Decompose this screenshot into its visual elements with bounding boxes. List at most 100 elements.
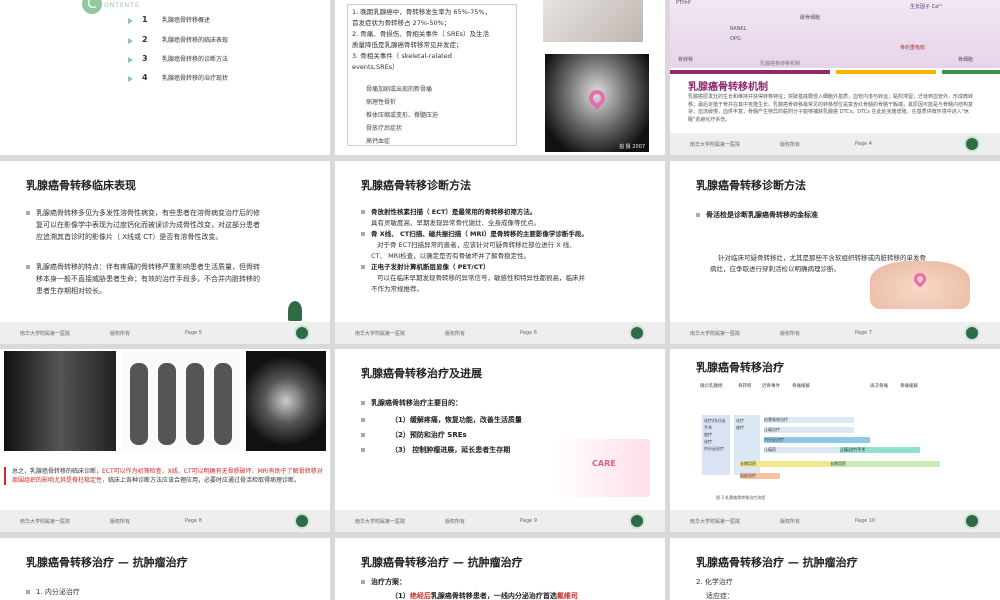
bullet-icon bbox=[361, 448, 365, 452]
hospital-logo-icon bbox=[964, 513, 980, 529]
flow-bar: 内分泌治疗 bbox=[764, 437, 870, 443]
care-ribbon-photo: CARE bbox=[550, 439, 650, 497]
chest-xray-image: 拍 摄 2007 bbox=[545, 54, 649, 152]
slide-treatment-flow[interactable]: 乳腺癌骨转移治疗 确诊乳腺癌 骨转移 近骨事件 骨痛缓解 再次骨痛 骨痛缓解 化… bbox=[670, 349, 1000, 532]
flow-bar: 长期用药 bbox=[830, 461, 940, 467]
hospital-logo-icon bbox=[294, 513, 310, 529]
color-band bbox=[836, 70, 936, 74]
skeleton-figure bbox=[214, 363, 232, 445]
diagram-label: PTHrP bbox=[676, 0, 691, 6]
slide-footer: 南华大学附属第一医院 版权所有 Page 9 bbox=[335, 510, 665, 532]
bullet-arrow-icon bbox=[128, 57, 133, 63]
slide-treatment-goals[interactable]: 乳腺癌骨转移治疗及进展 乳腺癌骨转移治疗主要目的： （1）缓解疼痛，恢复功能，改… bbox=[335, 349, 665, 532]
diagram-label: 生长因子 Ca²⁺ bbox=[910, 4, 943, 10]
bullet-icon bbox=[361, 210, 365, 214]
flow-bar: 抗骨吸收治疗 bbox=[764, 417, 854, 423]
hospital-logo-icon bbox=[964, 325, 980, 341]
slide-title: 乳腺癌骨转移治疗 — 抗肿瘤治疗 bbox=[26, 556, 188, 569]
slide-diagnosis-2[interactable]: 乳腺癌骨转移诊断方法 骨活检是诊断乳腺癌骨转移的金标准 针对临床可疑骨转移灶，尤… bbox=[670, 161, 1000, 344]
slide-mechanism[interactable]: PTHrP 生长因子 Ca²⁺ 破骨细胞 RANKL OPG 骨的重吸收 骨转移… bbox=[670, 0, 1000, 155]
slide-title: 乳腺癌骨转移诊断方法 bbox=[361, 179, 471, 192]
slide-footer: 南华大学附属第一医院 版权所有 Page 6 bbox=[335, 322, 665, 344]
complications-text: 1. 晚期乳腺癌中，骨转移发生率为 65%-75%， 首发症状为骨转移占 27%… bbox=[352, 8, 492, 71]
diagram-label: RANKL bbox=[730, 26, 747, 32]
hospital-logo-icon bbox=[294, 325, 310, 341]
color-band bbox=[942, 70, 1000, 74]
bullet-icon bbox=[26, 265, 30, 269]
bullet-icon bbox=[361, 265, 365, 269]
slide-footer: 南华大学附属第一医院 版权所有 Page 10 bbox=[670, 510, 1000, 532]
flow-bar: 止痛治疗/手术 bbox=[840, 447, 920, 453]
initial-therapy-box: 化疗/内分泌 手术 放疗 化疗 内分泌治疗 bbox=[702, 415, 730, 475]
bullet-arrow-icon bbox=[128, 18, 133, 24]
hospital-logo-icon bbox=[629, 513, 645, 529]
skeleton-figure bbox=[186, 363, 204, 445]
diagnosis-list: 骨放射性核素扫描（ ECT）是最常用的骨转移初筛方法。 具有灵敏度高、早期发现异… bbox=[361, 207, 656, 295]
slide-title: 乳腺癌骨转移诊断方法 bbox=[696, 179, 806, 192]
slide-anti-tumor-2[interactable]: 乳腺癌骨转移治疗 — 抗肿瘤治疗 治疗方案： （1）绝经后乳腺癌骨转移患者，一线… bbox=[335, 538, 665, 600]
bone-scan-image bbox=[122, 351, 240, 451]
mechanism-diagram: PTHrP 生长因子 Ca²⁺ 破骨细胞 RANKL OPG 骨的重吸收 骨转移… bbox=[670, 0, 1000, 68]
bullet-icon bbox=[26, 590, 30, 594]
flow-bar: 长期用药 bbox=[740, 461, 830, 467]
bullet-arrow-icon bbox=[128, 38, 133, 44]
xray-caption: 拍 摄 2007 bbox=[619, 144, 645, 150]
slide-clinical[interactable]: 乳腺癌骨转移临床表现 乳腺癌骨转移多见为多发性溶骨性病变，有些患者在溶骨病变治疗… bbox=[0, 161, 330, 344]
slide-title: 乳腺癌骨转移机制 bbox=[688, 82, 768, 93]
slide-anti-tumor-1[interactable]: 乳腺癌骨转移治疗 — 抗肿瘤治疗 1. 内分泌治疗 bbox=[0, 538, 330, 600]
plan-line: （1）绝经后乳腺癌骨转移患者，一线内分泌治疗首选氟维司 bbox=[391, 592, 578, 600]
diagram-caption: 乳腺癌骨转移机制 bbox=[760, 61, 801, 67]
flow-bar: 止痛治疗 bbox=[764, 427, 854, 433]
therapy-item: 1. 内分泌治疗 bbox=[26, 586, 80, 598]
slide-sorter-grid: C ONTENTS 1 乳腺癌骨转移概述 2 乳腺癌骨转移的临床表现 3 乳腺癌骨转移… bbox=[0, 0, 1000, 600]
toc-item-1[interactable]: 1 乳腺癌骨转移概述 bbox=[142, 15, 210, 24]
clinical-para-1: 乳腺癌骨转移多见为多发性溶骨性病变，有些患者在溶骨病变治疗后的修 复可以在影像学… bbox=[26, 207, 316, 243]
skeleton-figure bbox=[130, 363, 148, 445]
bullet-arrow-icon bbox=[128, 76, 133, 82]
slide-contents[interactable]: C ONTENTS 1 乳腺癌骨转移概述 2 乳腺癌骨转移的临床表现 3 乳腺癌骨转移… bbox=[0, 0, 330, 155]
mri-spine-image bbox=[4, 351, 116, 451]
color-band bbox=[670, 70, 830, 74]
doctor-figure-icon bbox=[288, 301, 302, 321]
slide-title: 乳腺癌骨转移临床表现 bbox=[26, 179, 136, 192]
summary-text: 总之，乳腺癌骨转移的临床诊断，ECT可以作为初筛检查，X线、CT可以明确有无骨质… bbox=[4, 467, 326, 485]
ct-vertebra-image bbox=[246, 351, 326, 451]
bullet-icon bbox=[26, 211, 30, 215]
flow-caption: 图 3 乳腺癌骨转移治疗流程 bbox=[716, 495, 766, 500]
diagram-label: 破骨细胞 bbox=[800, 15, 821, 21]
bullet-icon bbox=[696, 213, 700, 217]
plan-heading: 治疗方案： bbox=[361, 576, 406, 588]
chemo-item: 2. 化学治疗 bbox=[696, 578, 733, 586]
slide-footer: 南华大学附属第一医院 版权所有 Page 7 bbox=[670, 322, 1000, 344]
toc-item-4[interactable]: 4 乳腺癌骨转移的治疗现状 bbox=[142, 73, 228, 82]
diagram-label: 骨细胞 bbox=[958, 57, 974, 63]
bullet-icon bbox=[361, 418, 365, 422]
bullet-icon bbox=[361, 433, 365, 437]
slide-imaging-summary[interactable]: 总之，乳腺癌骨转移的临床诊断，ECT可以作为初筛检查，X线、CT可以明确有无骨质… bbox=[0, 349, 330, 532]
hand-photo bbox=[543, 0, 643, 42]
slide-diagnosis-1[interactable]: 乳腺癌骨转移诊断方法 骨放射性核素扫描（ ECT）是最常用的骨转移初筛方法。 具… bbox=[335, 161, 665, 344]
contents-logo: C bbox=[82, 0, 102, 14]
hospital-logo-icon bbox=[964, 136, 980, 152]
pink-ribbon-icon bbox=[585, 86, 609, 110]
care-text: CARE bbox=[592, 459, 616, 468]
bullet-icon bbox=[361, 232, 365, 236]
slide-anti-tumor-3[interactable]: 乳腺癌骨转移治疗 — 抗肿瘤治疗 2. 化学治疗 适应症： bbox=[670, 538, 1000, 600]
toc-item-3[interactable]: 3 乳腺癌骨转移的诊断方法 bbox=[142, 54, 228, 63]
diagram-label: OPG bbox=[730, 36, 741, 42]
bullet-icon bbox=[361, 580, 365, 584]
slide-footer: 南华大学附属第一医院 版权所有 Page 5 bbox=[0, 322, 330, 344]
indication-label: 适应症： bbox=[706, 592, 734, 600]
flow-bar: 局部治疗 bbox=[740, 473, 780, 479]
slide-complications[interactable]: 1. 晚期乳腺癌中，骨转移发生率为 65%-75%， 首发症状为骨转移占 27%… bbox=[335, 0, 665, 155]
sre-list: 骨痛加剧或出现的新骨痛 病理性骨折 椎体压缩或变形、脊髓压迫 骨放疗后症状 高钙… bbox=[366, 86, 439, 145]
treatment-flowchart: 确诊乳腺癌 骨转移 近骨事件 骨痛缓解 再次骨痛 骨痛缓解 化疗/内分泌 手术 放疗… bbox=[700, 379, 970, 509]
clinical-para-2: 乳腺癌骨转移的特点：伴有疼痛的骨转移严重影响患者生活质量，但骨转 移本身一般不直… bbox=[26, 261, 316, 297]
toc-item-2[interactable]: 2 乳腺癌骨转移的临床表现 bbox=[142, 35, 228, 44]
text-box: 1. 晚期乳腺癌中，骨转移发生率为 65%-75%， 首发症状为骨转移占 27%… bbox=[347, 4, 517, 146]
slide-footer: 南华大学附属第一医院 版权所有 Page 8 bbox=[0, 510, 330, 532]
hands-ribbon-photo bbox=[870, 261, 970, 309]
goals-list: （1）缓解疼痛，恢复功能，改善生活质量 （2）预防和治疗 SREs （3） 控制… bbox=[361, 413, 522, 458]
mechanism-body: 乳腺癌原发灶的生长和维持并获得转移特征；突破基底膜侵入细胞外基质，血管内渗与转运… bbox=[688, 94, 974, 123]
diagram-label: 骨的重吸收 bbox=[900, 45, 926, 51]
